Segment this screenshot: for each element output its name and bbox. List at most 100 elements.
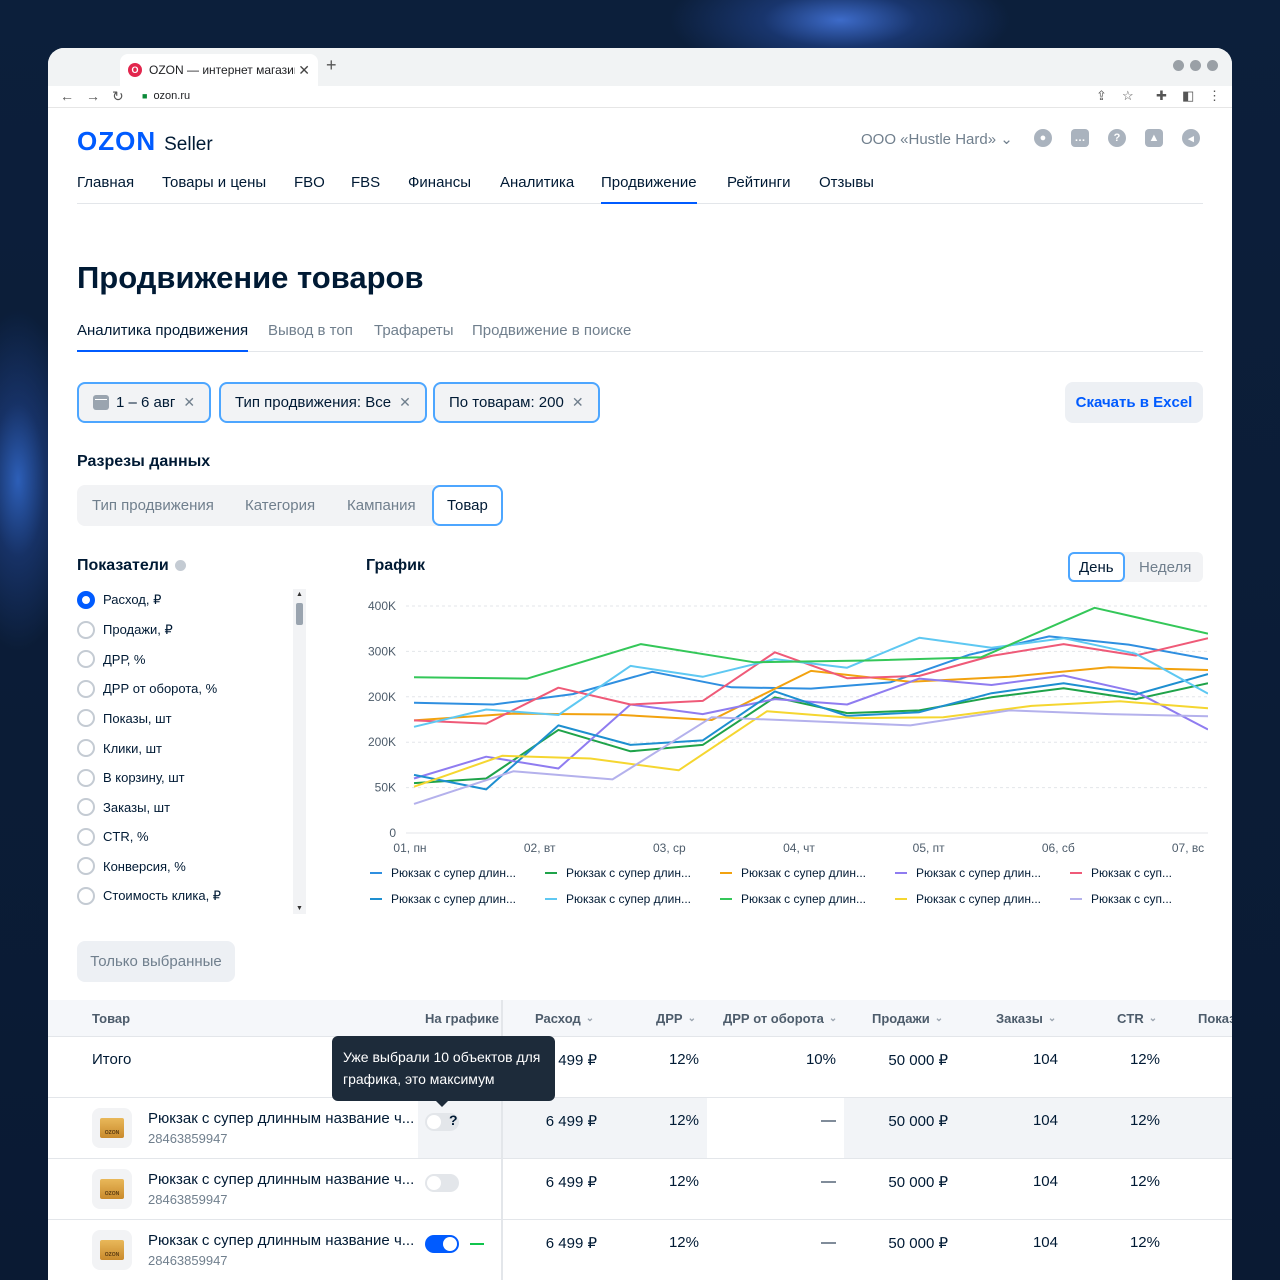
col-spend[interactable]: Расход ⌄: [535, 1000, 594, 1037]
col-drr-turnover[interactable]: ДРР от оборота ⌄: [723, 1000, 837, 1037]
radio-button[interactable]: [77, 591, 95, 609]
extensions-icon[interactable]: ✚: [1156, 88, 1167, 104]
legend-item[interactable]: Рюкзак с супер длин...: [720, 892, 892, 906]
metric-option[interactable]: Заказы, шт: [77, 796, 170, 818]
education-icon[interactable]: ▲: [1145, 129, 1163, 147]
info-icon[interactable]: [174, 560, 186, 572]
chat-icon[interactable]: …: [1071, 129, 1089, 147]
radio-button[interactable]: [77, 827, 95, 846]
metric-option[interactable]: ДРР от оборота, %: [77, 678, 217, 700]
metric-option[interactable]: ДРР, %: [77, 648, 145, 670]
table-row[interactable]: OZON Рюкзак с супер длинным название ч...…: [48, 1159, 1232, 1220]
tab-top-placement[interactable]: Вывод в топ: [268, 322, 353, 352]
legend-item[interactable]: Рюкзак с супер длин...: [895, 866, 1067, 880]
series-line[interactable]: [413, 674, 1208, 780]
back-arrow-icon[interactable]: ←: [60, 88, 74, 104]
metric-option[interactable]: Клики, шт: [77, 737, 162, 759]
metric-option[interactable]: CTR, %: [77, 826, 149, 848]
nav-item-fbs[interactable]: FBS: [351, 174, 380, 204]
nav-item-ratings[interactable]: Рейтинги: [727, 174, 790, 204]
nav-item-analytics[interactable]: Аналитика: [500, 174, 574, 204]
legend-item[interactable]: Рюкзак с суп...: [1070, 866, 1232, 880]
tab-stencils[interactable]: Трафареты: [374, 322, 454, 352]
products-filter-chip[interactable]: По товарам: 200 ✕: [433, 382, 600, 423]
slice-product[interactable]: Товар: [432, 485, 503, 526]
on-chart-toggle[interactable]: [425, 1174, 459, 1192]
table-row[interactable]: OZON Рюкзак с супер длинным название ч...…: [48, 1220, 1232, 1280]
help-icon[interactable]: ?: [1108, 129, 1126, 147]
browser-tab[interactable]: O OZON — интернет магазин ✕: [120, 54, 318, 86]
legend-item[interactable]: Рюкзак с супер длин...: [895, 892, 1067, 906]
legend-item[interactable]: Рюкзак с супер длин...: [370, 866, 542, 880]
product-name[interactable]: Рюкзак с супер длинным название ч...: [148, 1171, 414, 1188]
megaphone-icon[interactable]: ◂: [1182, 129, 1200, 147]
metric-option[interactable]: В корзину, шт: [77, 767, 185, 789]
legend-item[interactable]: Рюкзак с супер длин...: [370, 892, 542, 906]
product-name[interactable]: Рюкзак с супер длинным название ч...: [148, 1110, 414, 1127]
legend-item[interactable]: Рюкзак с супер длин...: [720, 866, 892, 880]
new-tab-icon[interactable]: +: [326, 55, 337, 76]
slice-category[interactable]: Категория: [245, 485, 315, 526]
nav-item-finance[interactable]: Финансы: [408, 174, 471, 204]
legend-item[interactable]: Рюкзак с супер длин...: [545, 892, 717, 906]
metric-option[interactable]: Конверсия, %: [77, 855, 186, 877]
metric-option[interactable]: Расход, ₽: [77, 589, 161, 611]
window-controls[interactable]: [1173, 60, 1218, 71]
nav-item-reviews[interactable]: Отзывы: [819, 174, 874, 204]
menu-icon[interactable]: ⋮: [1208, 88, 1221, 104]
close-icon[interactable]: ✕: [183, 394, 195, 411]
radio-button[interactable]: [77, 739, 95, 757]
legend-item[interactable]: Рюкзак с суп...: [1070, 892, 1232, 906]
table-row[interactable]: OZON Рюкзак с супер длинным название ч...…: [48, 1098, 1232, 1159]
user-icon[interactable]: ●: [1034, 129, 1052, 147]
tab-search-promotion[interactable]: Продвижение в поиске: [472, 322, 631, 352]
scroll-down-icon[interactable]: ▼: [296, 905, 303, 912]
metric-option[interactable]: Стоимость клика, ₽: [77, 885, 221, 907]
col-impressions[interactable]: Показ: [1198, 1000, 1232, 1037]
nav-item-promotion[interactable]: Продвижение: [601, 174, 697, 204]
radio-button[interactable]: [77, 887, 95, 905]
col-orders[interactable]: Заказы ⌄: [996, 1000, 1056, 1037]
download-excel-button[interactable]: Скачать в Excel: [1065, 382, 1203, 423]
radio-button[interactable]: [77, 857, 95, 876]
scroll-thumb[interactable]: [296, 603, 303, 625]
star-icon[interactable]: ☆: [1122, 88, 1134, 104]
sidebar-icon[interactable]: ◧: [1182, 88, 1194, 104]
close-tab-icon[interactable]: ✕: [298, 62, 310, 79]
nav-item-home[interactable]: Главная: [77, 174, 134, 204]
ozon-seller-logo[interactable]: OZON Seller: [77, 126, 213, 157]
close-icon[interactable]: ✕: [572, 394, 584, 411]
col-drr[interactable]: ДРР ⌄: [656, 1000, 696, 1037]
close-icon[interactable]: ✕: [399, 394, 411, 411]
date-filter-chip[interactable]: 1 – 6 авг ✕: [77, 382, 212, 423]
radio-button[interactable]: [77, 620, 95, 639]
organization-selector[interactable]: ООО «Hustle Hard» ⌄: [861, 130, 1013, 148]
scroll-up-icon[interactable]: ▲: [296, 591, 303, 598]
radio-button[interactable]: [77, 798, 95, 817]
period-day[interactable]: День: [1068, 552, 1125, 582]
col-sales[interactable]: Продажи ⌄: [872, 1000, 943, 1037]
metric-option[interactable]: Продажи, ₽: [77, 619, 173, 641]
slice-promotion-type[interactable]: Тип продвижения: [92, 485, 214, 526]
radio-button[interactable]: [77, 679, 95, 698]
radio-button[interactable]: [77, 650, 95, 669]
slice-campaign[interactable]: Кампания: [347, 485, 416, 526]
share-icon[interactable]: ⇪: [1096, 88, 1107, 104]
on-chart-toggle[interactable]: [425, 1235, 459, 1253]
forward-arrow-icon[interactable]: →: [86, 88, 100, 104]
url-field[interactable]: ■ ozon.ru: [142, 86, 190, 106]
col-ctr[interactable]: CTR ⌄: [1117, 1000, 1157, 1037]
product-name[interactable]: Рюкзак с супер длинным название ч...: [148, 1232, 414, 1249]
radio-button[interactable]: [77, 709, 95, 728]
only-selected-button[interactable]: Только выбранные: [77, 941, 235, 982]
radio-button[interactable]: [77, 768, 95, 787]
metrics-scrollbar[interactable]: ▲ ▼: [293, 589, 306, 914]
question-icon[interactable]: ?: [449, 1112, 458, 1128]
metric-option[interactable]: Показы, шт: [77, 707, 172, 729]
promotion-type-filter-chip[interactable]: Тип продвижения: Все ✕: [219, 382, 427, 423]
reload-icon[interactable]: ↻: [112, 88, 124, 105]
legend-item[interactable]: Рюкзак с супер длин...: [545, 866, 717, 880]
series-line[interactable]: [413, 682, 1208, 785]
nav-item-fbo[interactable]: FBO: [294, 174, 325, 204]
nav-item-products[interactable]: Товары и цены: [162, 174, 266, 204]
